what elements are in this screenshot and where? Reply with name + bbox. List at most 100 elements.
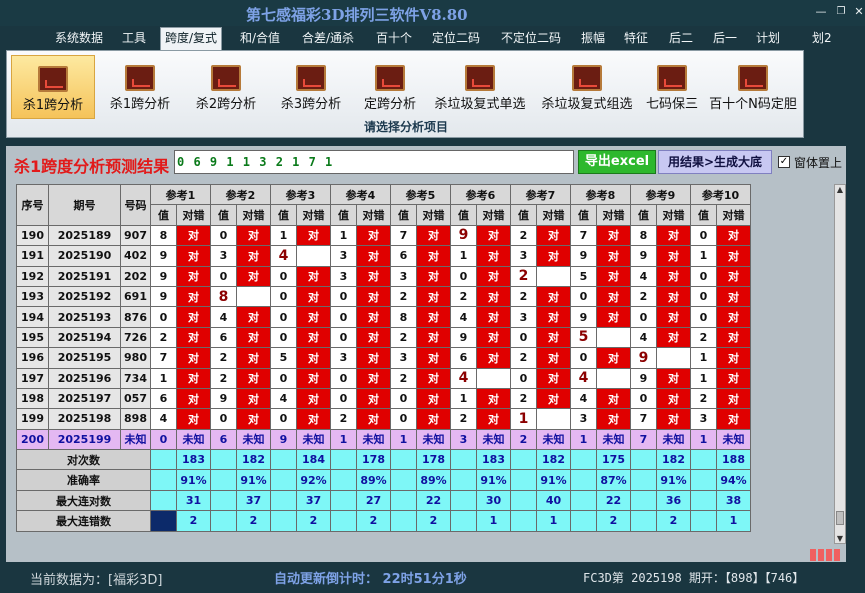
- stats-spacer: [510, 489, 537, 512]
- header-value: 值: [390, 204, 417, 226]
- ribbon-n-code-gall[interactable]: 百十个N码定胆: [705, 55, 801, 119]
- row-number: 057: [120, 387, 151, 410]
- menu-plan-2[interactable]: 划2: [808, 29, 836, 48]
- ref-check: 对: [656, 326, 691, 349]
- menu-span-compound[interactable]: 跨度/复式: [160, 27, 223, 50]
- ribbon-kill2-span[interactable]: 杀2跨分析: [185, 55, 267, 119]
- ref-value: 0: [330, 285, 357, 308]
- menu-system-data[interactable]: 系统数据: [51, 29, 107, 48]
- table-row[interactable]: 194 2025193 876 0 对 4 对 0 对 0 对 8 对 4 对 3 对 9 对 0 对 0 对: [16, 306, 751, 328]
- ref-check: 对: [476, 285, 511, 308]
- menu-last-two[interactable]: 后二: [665, 29, 697, 48]
- export-excel-button[interactable]: 导出excel: [578, 150, 656, 174]
- menu-tools[interactable]: 工具: [118, 29, 150, 48]
- ref-value: 0: [690, 285, 717, 308]
- ref-value: 3: [330, 265, 357, 287]
- table-row[interactable]: 197 2025196 734 1 对 2 对 0 对 0 对 2 对 4 0 对 4 9 对 1 对: [16, 367, 751, 389]
- ribbon-seven-three[interactable]: 七码保三: [641, 55, 703, 119]
- ref-value: 6: [210, 428, 237, 451]
- ribbon-junk-single[interactable]: 杀垃圾复式单选: [427, 55, 533, 119]
- header-check: 对错: [536, 204, 571, 226]
- table-row-unknown[interactable]: 200 2025199 未知 0 未知 6 未知 9 未知 1 未知 1 未知 3 未知 2 未知 1 未知 7 未知 1…: [16, 428, 751, 451]
- stats-spacer: [690, 469, 717, 491]
- ribbon-junk-group[interactable]: 杀垃圾复式组选: [535, 55, 639, 119]
- row-index: 192: [16, 265, 49, 287]
- ref-value: 2: [510, 265, 537, 287]
- close-icon[interactable]: ✕: [850, 5, 865, 19]
- stats-spacer: [270, 449, 297, 471]
- ref-value: 3: [390, 347, 417, 369]
- menu-hundreds-tens-units[interactable]: 百十个: [372, 29, 416, 48]
- ref-value: 4: [150, 408, 177, 430]
- menu-amplitude[interactable]: 振幅: [577, 29, 609, 48]
- scrollbar-thumb[interactable]: [836, 511, 844, 525]
- stats-spacer: [270, 489, 297, 512]
- ref-check: 对: [476, 387, 511, 410]
- result-field[interactable]: 0 6 9 1 1 3 2 1 7 1: [174, 150, 574, 174]
- menu-plan[interactable]: 计划: [752, 29, 784, 48]
- window-title: 第七感福彩3D排列三软件V8.80: [246, 6, 468, 24]
- table-row[interactable]: 196 2025195 980 7 对 2 对 5 对 3 对 3 对 6 对 2 对 0 对 9 1 对: [16, 347, 751, 369]
- ref-check: 未知: [236, 428, 271, 451]
- row-period: 2025196: [48, 367, 121, 389]
- stats-spacer: [270, 469, 297, 491]
- ref-check: 对: [416, 224, 451, 247]
- menu-nonposition-two[interactable]: 不定位二码: [497, 29, 565, 48]
- header-value: 值: [150, 204, 177, 226]
- ref-check: 对: [416, 306, 451, 328]
- menu-last-one[interactable]: 后一: [709, 29, 741, 48]
- ribbon-kill1-span-a[interactable]: 杀1跨分析: [11, 55, 95, 119]
- generate-base-button[interactable]: 用结果>生成大底: [658, 150, 772, 174]
- pin-checkbox[interactable]: ✓: [778, 156, 790, 168]
- ref-check: 未知: [536, 428, 571, 451]
- menu-feature[interactable]: 特征: [620, 29, 652, 48]
- restore-icon[interactable]: ❐: [832, 5, 850, 19]
- table-row[interactable]: 190 2025189 907 8 对 0 对 1 对 1 对 7 对 9 对 2 对 7 对 8 对 0 对: [16, 224, 751, 247]
- ref-value: 1: [690, 428, 717, 451]
- ref-check: 对: [536, 245, 571, 267]
- table-row[interactable]: 192 2025191 202 9 对 0 对 0 对 3 对 3 对 0 对 2 5 对 4 对 0 对: [16, 265, 751, 287]
- menu-diff-kill[interactable]: 合差/通杀: [298, 29, 358, 48]
- ref-value: 2: [210, 347, 237, 369]
- row-index: 197: [16, 367, 49, 389]
- ref-value: 2: [510, 428, 537, 451]
- scroll-down-icon[interactable]: ▼: [835, 534, 845, 543]
- table-row[interactable]: 195 2025194 726 2 对 6 对 0 对 0 对 2 对 9 对 0 对 5 4 对 2 对: [16, 326, 751, 349]
- table-row[interactable]: 191 2025190 402 9 对 3 对 4 3 对 6 对 1 对 3 对 9 对 9 对 1 对: [16, 245, 751, 267]
- ref-check: 对: [296, 224, 331, 247]
- menu-position-two[interactable]: 定位二码: [428, 29, 484, 48]
- ref-value: 9: [150, 265, 177, 287]
- ribbon-kill1-span-b[interactable]: 杀1跨分析: [99, 55, 181, 119]
- minimize-icon[interactable]: —: [812, 5, 830, 19]
- menu-sum[interactable]: 和/合值: [236, 29, 284, 48]
- ribbon-fixed-span[interactable]: 定跨分析: [355, 55, 425, 119]
- header-value: 值: [690, 204, 717, 226]
- ref-check: 对: [656, 408, 691, 430]
- stats-value: 2: [176, 510, 211, 532]
- stats-spacer: [390, 510, 417, 532]
- stats-row: 对次数 183 182 184 178 178 183 182 175 182 188: [16, 449, 751, 471]
- ref-check: [296, 245, 331, 267]
- stats-spacer: [390, 449, 417, 471]
- ref-value: 0: [510, 326, 537, 349]
- ref-value: 0: [570, 285, 597, 308]
- stats-value: 22: [596, 489, 631, 512]
- header-ref-9: 参考9: [630, 183, 691, 206]
- ribbon-kill3-span[interactable]: 杀3跨分析: [269, 55, 353, 119]
- scroll-up-icon[interactable]: ▲: [835, 185, 845, 194]
- table-row[interactable]: 198 2025197 057 6 对 9 对 4 对 0 对 0 对 1 对 2 对 4 对 0 对 2 对: [16, 387, 751, 410]
- ref-check: 对: [656, 367, 691, 389]
- header-value: 值: [330, 204, 357, 226]
- vertical-scrollbar[interactable]: ▲ ▼: [834, 184, 846, 544]
- stats-spacer: [570, 510, 597, 532]
- stats-spacer: [210, 449, 237, 471]
- ref-check: 对: [416, 245, 451, 267]
- ref-value: 3: [330, 245, 357, 267]
- ref-value: 3: [450, 428, 477, 451]
- table-row[interactable]: 199 2025198 898 4 对 0 对 0 对 2 对 0 对 2 对 1 3 对 7 对 3 对: [16, 408, 751, 430]
- ref-check: 对: [476, 265, 511, 287]
- table-row[interactable]: 193 2025192 691 9 对 8 0 对 0 对 2 对 2 对 2 对 0 对 2 对 0 对: [16, 285, 751, 308]
- ref-value: 0: [390, 408, 417, 430]
- ref-check: 对: [536, 387, 571, 410]
- ref-value: 1: [570, 428, 597, 451]
